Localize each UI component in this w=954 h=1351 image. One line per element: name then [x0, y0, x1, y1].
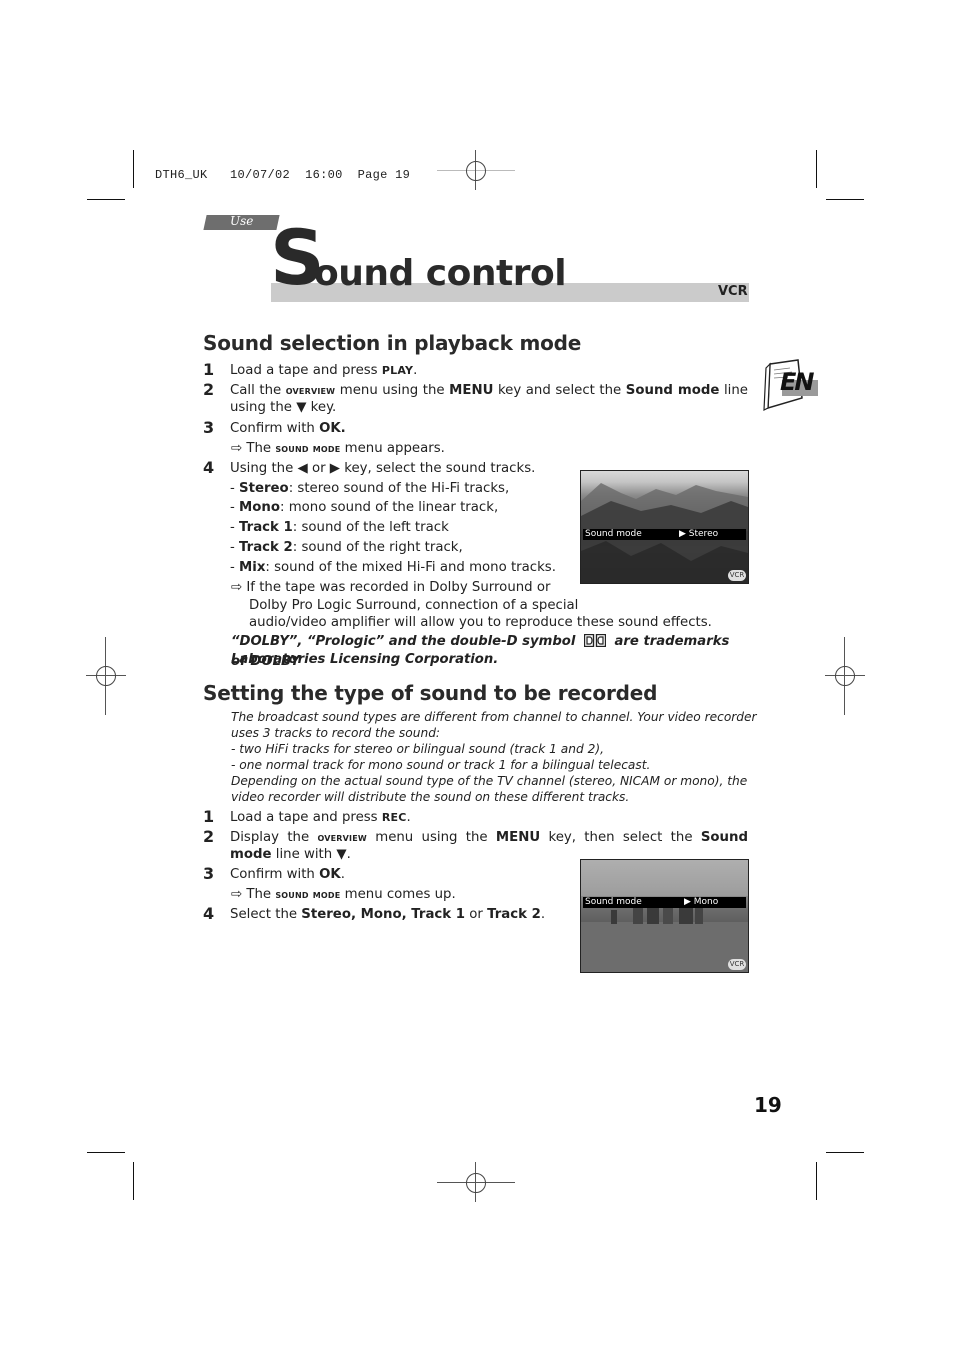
registration-mark-top	[437, 150, 515, 190]
left-arrow-icon: ◀	[297, 461, 308, 476]
dolby-double-d-icon	[583, 633, 607, 653]
page-title: ound control	[314, 253, 567, 294]
language-en-icon: EN	[760, 358, 820, 414]
option-item: - Track 2: sound of the right track,	[230, 540, 463, 555]
step-text: Call the overview menu using the MENU ke…	[230, 383, 748, 415]
option-item: - Stereo: stereo sound of the Hi-Fi trac…	[230, 481, 510, 496]
step-result: ⇨ The sound mode menu appears.	[231, 441, 445, 456]
registration-mark-right	[825, 637, 865, 715]
vcr-badge: VCR	[728, 570, 746, 581]
step-number: 3	[203, 864, 215, 883]
stonehenge-landscape-image	[581, 860, 748, 972]
print-header-time: 16:00	[305, 168, 343, 182]
osd-bar: Sound mode ▶ Stereo	[583, 529, 746, 540]
print-header-file: DTH6_UK	[155, 168, 208, 182]
print-header: DTH6_UK 10/07/02 16:00 Page 19	[140, 154, 410, 182]
crop-mark	[816, 150, 817, 188]
crop-mark	[826, 1152, 864, 1153]
intro-line: Depending on the actual sound type of th…	[231, 774, 748, 788]
language-badge-label: EN	[780, 368, 815, 396]
intro-line: - two HiFi tracks for stereo or bilingua…	[231, 742, 604, 756]
step-number: 2	[203, 380, 215, 399]
step-number: 2	[203, 827, 215, 846]
section-heading-recording: Setting the type of sound to be recorded	[203, 681, 658, 705]
crop-mark	[87, 1152, 125, 1153]
osd-value: ▶ Stereo	[679, 529, 719, 539]
step-text: Confirm with OK.	[230, 867, 345, 882]
intro-line: uses 3 tracks to record the sound:	[231, 726, 441, 740]
step-result: ⇨ The sound mode menu comes up.	[231, 887, 456, 902]
step-text: Confirm with OK.	[230, 421, 346, 436]
step-number: 4	[203, 904, 215, 923]
step-text: Using the ◀ or ▶ key, select the sound t…	[230, 461, 536, 476]
step-number: 1	[203, 807, 215, 826]
step-number: 3	[203, 418, 215, 437]
print-header-page: Page 19	[357, 168, 411, 182]
mountain-landscape-image	[581, 483, 748, 583]
right-arrow-icon: ▶	[329, 461, 341, 476]
step-text: Display the overview menu using the MENU…	[230, 830, 748, 862]
section-tab-label: Use	[230, 214, 254, 228]
registration-mark-left	[86, 637, 126, 715]
option-item: - Track 1: sound of the left track	[230, 520, 449, 535]
step-number: 4	[203, 458, 215, 477]
trademark-notice: Laboratories Licensing Corporation.	[231, 652, 499, 667]
dolby-note: ⇨ If the tape was recorded in Dolby Surr…	[231, 580, 551, 595]
osd-value: ▶ Mono	[684, 897, 719, 907]
dolby-note: Dolby Pro Logic Surround, connection of …	[249, 598, 579, 613]
down-arrow-icon: ▼	[336, 847, 347, 862]
option-item: - Mono: mono sound of the linear track,	[230, 500, 499, 515]
tv-screenshot-mono: Sound mode ▶ Mono VCR	[580, 859, 749, 973]
step-number: 1	[203, 360, 215, 379]
osd-label: Sound mode	[585, 529, 642, 539]
device-tag: VCR	[718, 284, 748, 299]
step-text: Load a tape and press REC.	[230, 810, 411, 825]
section-heading-playback: Sound selection in playback mode	[203, 331, 582, 355]
crop-mark	[87, 199, 125, 200]
intro-line: - one normal track for mono sound or tra…	[231, 758, 651, 772]
down-arrow-icon: ▼	[296, 400, 307, 415]
osd-bar: Sound mode ▶ Mono	[583, 897, 746, 908]
step-text: Load a tape and press PLAY.	[230, 363, 418, 378]
osd-label: Sound mode	[585, 897, 642, 907]
print-header-date: 10/07/02	[230, 168, 291, 182]
step-text: Select the Stereo, Mono, Track 1 or Trac…	[230, 907, 546, 922]
intro-line: video recorder will distribute the sound…	[231, 790, 630, 804]
page-number: 19	[754, 1093, 782, 1117]
vcr-badge: VCR	[728, 959, 746, 970]
crop-mark	[133, 1162, 134, 1200]
crop-mark	[133, 150, 134, 188]
crop-mark	[826, 199, 864, 200]
option-item: - Mix: sound of the mixed Hi-Fi and mono…	[230, 560, 556, 575]
registration-mark-bottom	[437, 1162, 515, 1202]
tv-screenshot-stereo: Sound mode ▶ Stereo VCR	[580, 470, 749, 584]
crop-mark	[816, 1162, 817, 1200]
dolby-note: audio/video amplifier will allow you to …	[249, 615, 712, 630]
intro-line: The broadcast sound types are different …	[231, 710, 757, 724]
